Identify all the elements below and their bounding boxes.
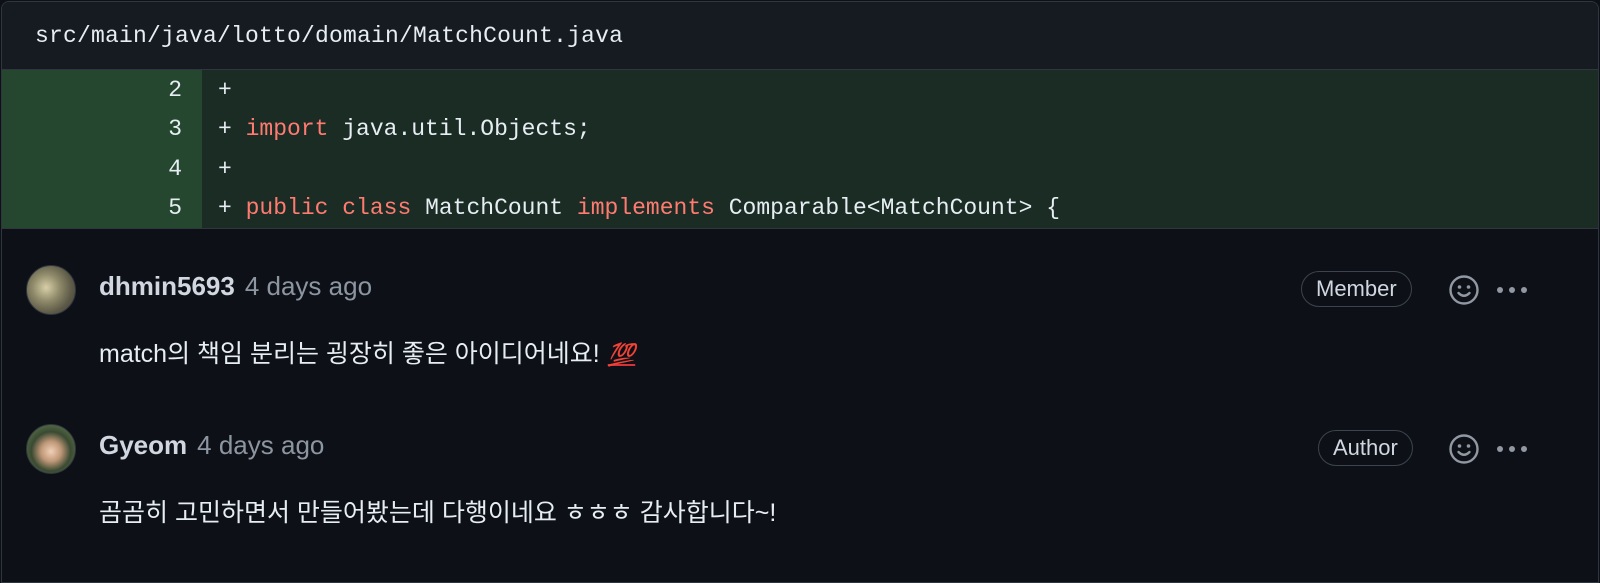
smiley-icon[interactable] (1448, 274, 1480, 306)
comment-author[interactable]: dhmin5693 (99, 271, 235, 302)
code-text: MatchCount (411, 195, 577, 222)
code-keyword: import (245, 116, 329, 143)
diff-prefix: + (218, 116, 246, 143)
avatar[interactable] (26, 265, 76, 315)
code-line: + (202, 70, 1598, 110)
diff-line: 4 + (2, 149, 1598, 189)
role-badge: Author (1318, 430, 1413, 466)
smiley-icon[interactable] (1448, 433, 1480, 465)
hundred-points-emoji: 💯 (607, 342, 636, 367)
kebab-horizontal-icon[interactable] (1494, 284, 1530, 296)
review-thread: src/main/java/lotto/domain/MatchCount.ja… (1, 1, 1599, 583)
code-keyword: class (342, 195, 412, 222)
comment-body: 곰곰히 고민하면서 만들어봤는데 다행이네요 ㅎㅎㅎ 감사합니다~! (99, 493, 776, 529)
diff-prefix: + (218, 76, 246, 103)
diff-hunk: 2 + 3 + import java.util.Objects; 4 + 5 … (2, 70, 1598, 228)
comment-timestamp[interactable]: 4 days ago (197, 430, 324, 461)
comment-text: 곰곰히 고민하면서 만들어봤는데 다행이네요 ㅎㅎㅎ 감사합니다~! (99, 499, 777, 527)
code-line: + public class MatchCount implements Com… (202, 188, 1598, 228)
line-number[interactable]: 2 (2, 70, 202, 110)
line-number[interactable]: 3 (2, 109, 202, 149)
diff-prefix: + (218, 195, 246, 222)
kebab-horizontal-icon[interactable] (1494, 443, 1530, 455)
comment-text: match의 책임 분리는 굉장히 좋은 아이디어네요! (99, 340, 600, 368)
diff-line: 2 + (2, 70, 1598, 110)
file-header: src/main/java/lotto/domain/MatchCount.ja… (2, 2, 1598, 70)
code-line: + import java.util.Objects; (202, 109, 1598, 149)
comment-timestamp[interactable]: 4 days ago (245, 271, 372, 302)
code-keyword: implements (576, 195, 715, 222)
role-badge: Member (1301, 271, 1412, 307)
code-text: Comparable<MatchCount> { (714, 195, 1060, 222)
comment-body: match의 책임 분리는 굉장히 좋은 아이디어네요! 💯 (99, 334, 635, 370)
comment-header: dhmin5693 4 days ago (99, 271, 372, 302)
code-text: java.util.Objects; (328, 116, 591, 143)
diff-prefix: + (218, 155, 246, 182)
comment-header: Gyeom 4 days ago (99, 430, 324, 461)
code-line: + (202, 149, 1598, 189)
review-comment: dhmin5693 4 days ago Member match의 책임 분리… (2, 229, 1598, 388)
line-number[interactable]: 5 (2, 188, 202, 228)
diff-line: 5 + public class MatchCount implements C… (2, 188, 1598, 228)
avatar[interactable] (26, 424, 76, 474)
line-number[interactable]: 4 (2, 149, 202, 189)
diff-line: 3 + import java.util.Objects; (2, 109, 1598, 149)
code-keyword: public (245, 195, 329, 222)
review-comment: Gyeom 4 days ago Author 곰곰히 고민하면서 만들어봤는데… (2, 388, 1598, 547)
file-path[interactable]: src/main/java/lotto/domain/MatchCount.ja… (35, 23, 623, 49)
comment-author[interactable]: Gyeom (99, 430, 187, 461)
